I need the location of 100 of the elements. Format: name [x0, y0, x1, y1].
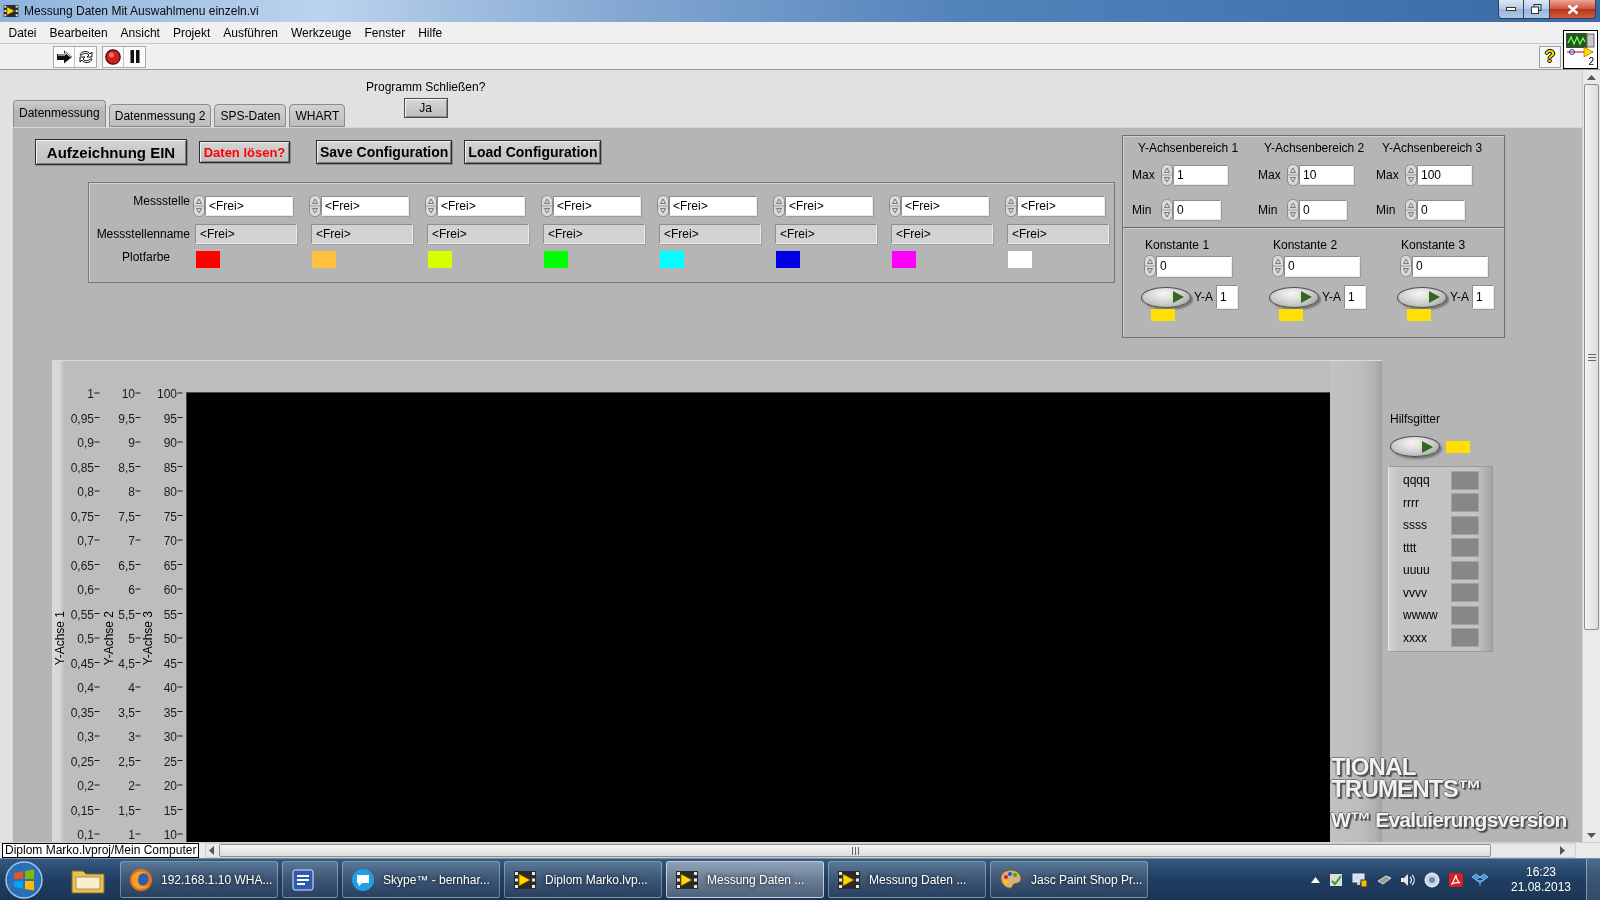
- toggle-button[interactable]: [1397, 286, 1447, 308]
- color-swatch-icon[interactable]: [1446, 440, 1470, 453]
- color-swatch-icon[interactable]: [660, 251, 684, 268]
- input-field[interactable]: <Frei>: [1017, 196, 1105, 216]
- input-field[interactable]: 1: [1343, 285, 1366, 309]
- disc-icon[interactable]: [1424, 871, 1440, 888]
- input-field[interactable]: 0: [1173, 200, 1221, 220]
- input-field[interactable]: <Frei>: [669, 196, 757, 216]
- restore-button[interactable]: [1524, 0, 1550, 19]
- color-swatch-icon[interactable]: [776, 251, 800, 268]
- confirm-button[interactable]: Ja: [403, 98, 448, 118]
- color-swatch-icon[interactable]: [1151, 309, 1175, 321]
- vi-icon-pane[interactable]: 2: [1563, 30, 1598, 69]
- input-field[interactable]: 1: [1471, 285, 1494, 309]
- input-field[interactable]: 0: [1156, 255, 1232, 277]
- legend-swatch-icon[interactable]: [1451, 538, 1479, 558]
- minimize-button[interactable]: [1498, 0, 1524, 19]
- start-orb-icon[interactable]: [4, 859, 44, 900]
- spinner-icon[interactable]: [657, 195, 669, 217]
- taskbar-button[interactable]: Diplom Marko.lvp...: [504, 861, 662, 898]
- toggle-button[interactable]: [1141, 286, 1191, 308]
- taskbar-button[interactable]: Skype™ - bernhar...: [342, 861, 500, 898]
- spinner-icon[interactable]: [1272, 255, 1284, 277]
- legend-swatch-icon[interactable]: [1451, 628, 1479, 648]
- input-field[interactable]: 1: [1173, 165, 1228, 185]
- menu-item[interactable]: Projekt: [166, 24, 217, 41]
- taskbar-button[interactable]: Jasc Paint Shop Pr...: [990, 861, 1148, 898]
- input-field[interactable]: 0: [1299, 200, 1347, 220]
- panel-button[interactable]: Aufzeichnung EIN: [35, 139, 187, 165]
- input-field[interactable]: 0: [1412, 255, 1488, 277]
- tab[interactable]: Datenmessung: [13, 100, 106, 127]
- network-icon[interactable]: [1352, 871, 1368, 888]
- input-field[interactable]: 100: [1417, 165, 1472, 185]
- color-swatch-icon[interactable]: [1279, 309, 1303, 321]
- menu-item[interactable]: Bearbeiten: [43, 24, 115, 41]
- spinner-icon[interactable]: [309, 195, 321, 217]
- close-button[interactable]: [1550, 0, 1596, 19]
- legend-swatch-icon[interactable]: [1451, 560, 1479, 580]
- color-swatch-icon[interactable]: [544, 251, 568, 268]
- horizontal-scrollbar[interactable]: [205, 843, 1577, 858]
- scroll-left-icon[interactable]: [209, 846, 215, 855]
- run-button[interactable]: [54, 46, 75, 67]
- scroll-right-icon[interactable]: [1560, 846, 1566, 855]
- input-field[interactable]: <Frei>: [321, 196, 409, 216]
- spinner-icon[interactable]: [1161, 199, 1173, 221]
- panel-button[interactable]: Save Configuration: [316, 140, 453, 164]
- scroll-thumb[interactable]: [219, 844, 1492, 857]
- input-field[interactable]: <Frei>: [437, 196, 525, 216]
- input-field[interactable]: <Frei>: [553, 196, 641, 216]
- color-swatch-icon[interactable]: [1008, 251, 1032, 268]
- toggle-button[interactable]: [1390, 436, 1440, 457]
- scroll-thumb[interactable]: [1584, 84, 1599, 630]
- spinner-icon[interactable]: [1144, 255, 1156, 277]
- taskbar-button[interactable]: Messung Daten ...: [666, 861, 824, 898]
- panel-button[interactable]: Load Configuration: [464, 140, 602, 164]
- color-swatch-icon[interactable]: [428, 251, 452, 268]
- color-swatch-icon[interactable]: [892, 251, 916, 268]
- spinner-icon[interactable]: [541, 195, 553, 217]
- input-field[interactable]: <Frei>: [901, 196, 989, 216]
- legend-swatch-icon[interactable]: [1451, 493, 1479, 513]
- input-field[interactable]: <Frei>: [785, 196, 873, 216]
- expand-arrow-icon[interactable]: [1311, 876, 1320, 883]
- spinner-icon[interactable]: [1405, 164, 1417, 186]
- input-field[interactable]: 0: [1417, 200, 1465, 220]
- spinner-icon[interactable]: [1400, 255, 1412, 277]
- legend-swatch-icon[interactable]: [1451, 605, 1479, 625]
- spinner-icon[interactable]: [193, 195, 205, 217]
- menu-item[interactable]: Fenster: [357, 24, 412, 41]
- pdf-icon[interactable]: [1448, 871, 1464, 888]
- spinner-icon[interactable]: [773, 195, 785, 217]
- spinner-icon[interactable]: [1287, 164, 1299, 186]
- tab[interactable]: Datenmessung 2: [108, 104, 212, 127]
- spinner-icon[interactable]: [1287, 199, 1299, 221]
- color-swatch-icon[interactable]: [312, 251, 336, 268]
- menu-item[interactable]: Datei: [2, 24, 43, 41]
- input-field[interactable]: 10: [1299, 165, 1354, 185]
- spinner-icon[interactable]: [1005, 195, 1017, 217]
- menu-item[interactable]: Ansicht: [114, 24, 167, 41]
- vertical-scrollbar[interactable]: [1582, 70, 1600, 842]
- spinner-icon[interactable]: [425, 195, 437, 217]
- scroll-down-icon[interactable]: [1587, 833, 1596, 838]
- input-field[interactable]: 0: [1284, 255, 1360, 277]
- taskbar-button[interactable]: Messung Daten ...: [828, 861, 986, 898]
- menu-item[interactable]: Werkzeuge: [284, 24, 358, 41]
- checkmark-icon[interactable]: [1328, 871, 1344, 888]
- tab[interactable]: WHART: [289, 104, 346, 127]
- input-field[interactable]: <Frei>: [205, 196, 293, 216]
- abort-button[interactable]: [103, 46, 124, 67]
- spinner-icon[interactable]: [889, 195, 901, 217]
- toggle-button[interactable]: [1269, 286, 1319, 308]
- legend-swatch-icon[interactable]: [1451, 583, 1479, 603]
- legend-swatch-icon[interactable]: [1451, 515, 1479, 535]
- show-desktop-button[interactable]: [1586, 859, 1600, 900]
- input-field[interactable]: 1: [1215, 285, 1238, 309]
- color-swatch-icon[interactable]: [1407, 309, 1431, 321]
- menu-item[interactable]: Hilfe: [411, 24, 449, 41]
- spinner-icon[interactable]: [1161, 164, 1173, 186]
- color-swatch-icon[interactable]: [196, 251, 220, 268]
- box-icon[interactable]: [1472, 871, 1488, 888]
- tab[interactable]: SPS-Daten: [214, 104, 287, 127]
